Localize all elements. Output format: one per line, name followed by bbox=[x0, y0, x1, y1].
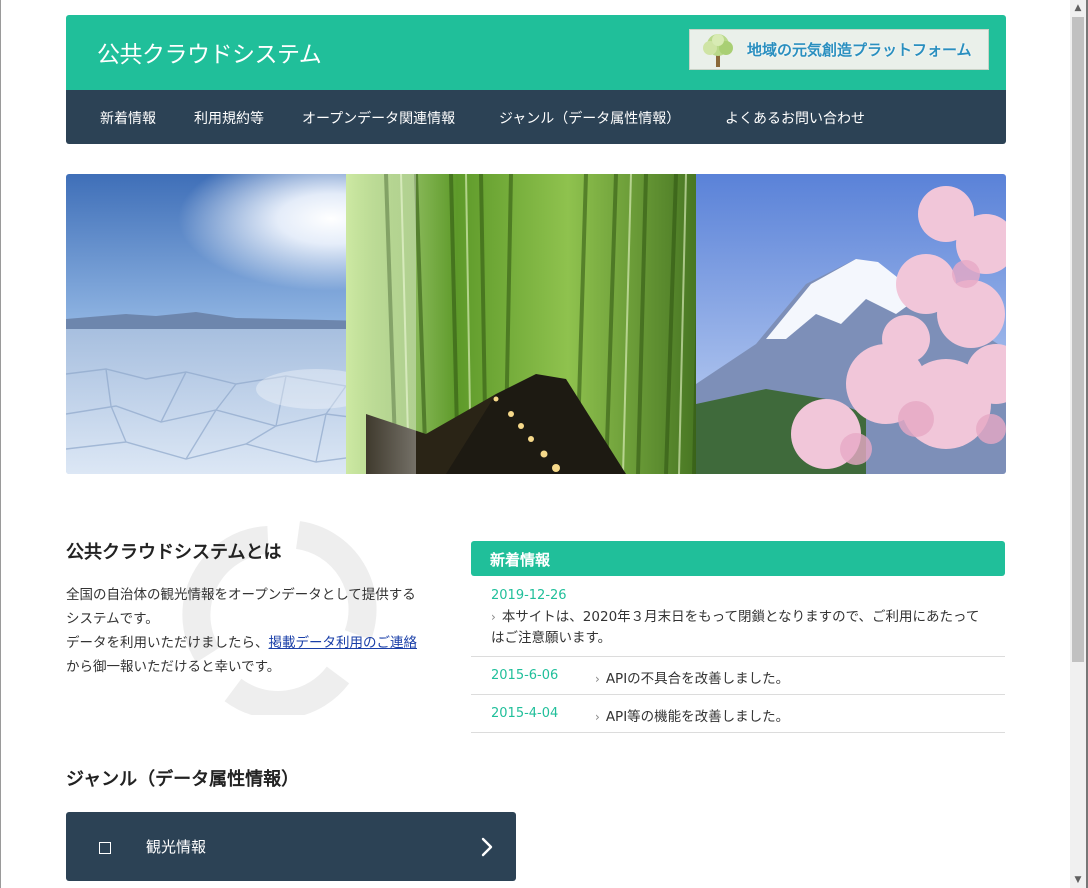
news-text: › 本サイトは、2020年３月末日をもって閉鎖となりますので、ご利用にあたってはご… bbox=[491, 609, 980, 646]
chevron-right-icon: › bbox=[491, 610, 496, 624]
genre-card-tourism[interactable]: 観光情報 bbox=[66, 812, 516, 881]
news-item[interactable]: 2015-4-04 › API等の機能を改善しました。 bbox=[471, 695, 1005, 733]
data-usage-contact-link[interactable]: 掲載データ利用のご連絡 bbox=[269, 635, 418, 651]
window-border-left bbox=[0, 0, 1, 888]
scroll-down-arrow-icon[interactable]: ▼ bbox=[1070, 872, 1086, 888]
news-heading-label: 新着情報 bbox=[490, 551, 551, 569]
site-header: 公共クラウドシステム 地域の元気創造プラットフォーム bbox=[66, 15, 1006, 90]
vertical-scrollbar[interactable]: ▲ ▼ bbox=[1070, 0, 1086, 888]
banner-text: 地域の元気創造プラットフォーム bbox=[747, 41, 972, 59]
chevron-right-icon: › bbox=[595, 710, 600, 724]
news-date: 2015-6-06 bbox=[491, 668, 559, 683]
about-text-suffix: から御一報いただけると幸いです。 bbox=[66, 659, 281, 675]
platform-banner-link[interactable]: 地域の元気創造プラットフォーム bbox=[689, 29, 989, 70]
genre-title: ジャンル（データ属性情報） bbox=[66, 769, 300, 790]
news-date: 2019-12-26 bbox=[491, 588, 567, 603]
hero-image bbox=[66, 174, 1006, 474]
news-item[interactable]: 2015-6-06 › APIの不具合を改善しました。 bbox=[471, 657, 1005, 695]
news-heading: 新着情報 bbox=[471, 541, 1005, 576]
scrollbar-thumb[interactable] bbox=[1072, 17, 1084, 662]
nav-item-opendata[interactable]: オープンデータ関連情報 bbox=[302, 108, 455, 128]
about-title: 公共クラウドシステムとは bbox=[66, 542, 282, 563]
site-title[interactable]: 公共クラウドシステム bbox=[97, 35, 322, 69]
tree-icon bbox=[703, 34, 733, 67]
main-nav: 新着情報 利用規約等 オープンデータ関連情報 ジャンル（データ属性情報） よくあ… bbox=[66, 90, 1006, 144]
about-text-intro: 全国の自治体の観光情報をオープンデータとして提供するシステムです。 bbox=[66, 587, 416, 627]
about-text: 全国の自治体の観光情報をオープンデータとして提供するシステムです。 データを利用… bbox=[66, 583, 426, 679]
about-text-prefix: データを利用いただけましたら、 bbox=[66, 635, 269, 651]
genre-card-label: 観光情報 bbox=[146, 838, 207, 856]
nav-item-genre[interactable]: ジャンル（データ属性情報） bbox=[499, 108, 680, 128]
square-icon bbox=[99, 842, 111, 854]
news-text: › API等の機能を改善しました。 bbox=[595, 709, 790, 725]
news-item[interactable]: 2019-12-26 › 本サイトは、2020年３月末日をもって閉鎖となりますので… bbox=[471, 587, 1005, 657]
nav-item-terms[interactable]: 利用規約等 bbox=[194, 108, 264, 128]
nav-item-faq[interactable]: よくあるお問い合わせ bbox=[725, 108, 865, 128]
chevron-right-icon bbox=[481, 837, 493, 857]
page-container: 公共クラウドシステム 地域の元気創造プラットフォーム 新着情報 利用規約等 オー… bbox=[66, 15, 1006, 881]
chevron-right-icon: › bbox=[595, 672, 600, 686]
news-date: 2015-4-04 bbox=[491, 706, 559, 721]
news-text: › APIの不具合を改善しました。 bbox=[595, 671, 790, 687]
scroll-up-arrow-icon[interactable]: ▲ bbox=[1070, 0, 1086, 16]
nav-item-news[interactable]: 新着情報 bbox=[100, 108, 156, 128]
